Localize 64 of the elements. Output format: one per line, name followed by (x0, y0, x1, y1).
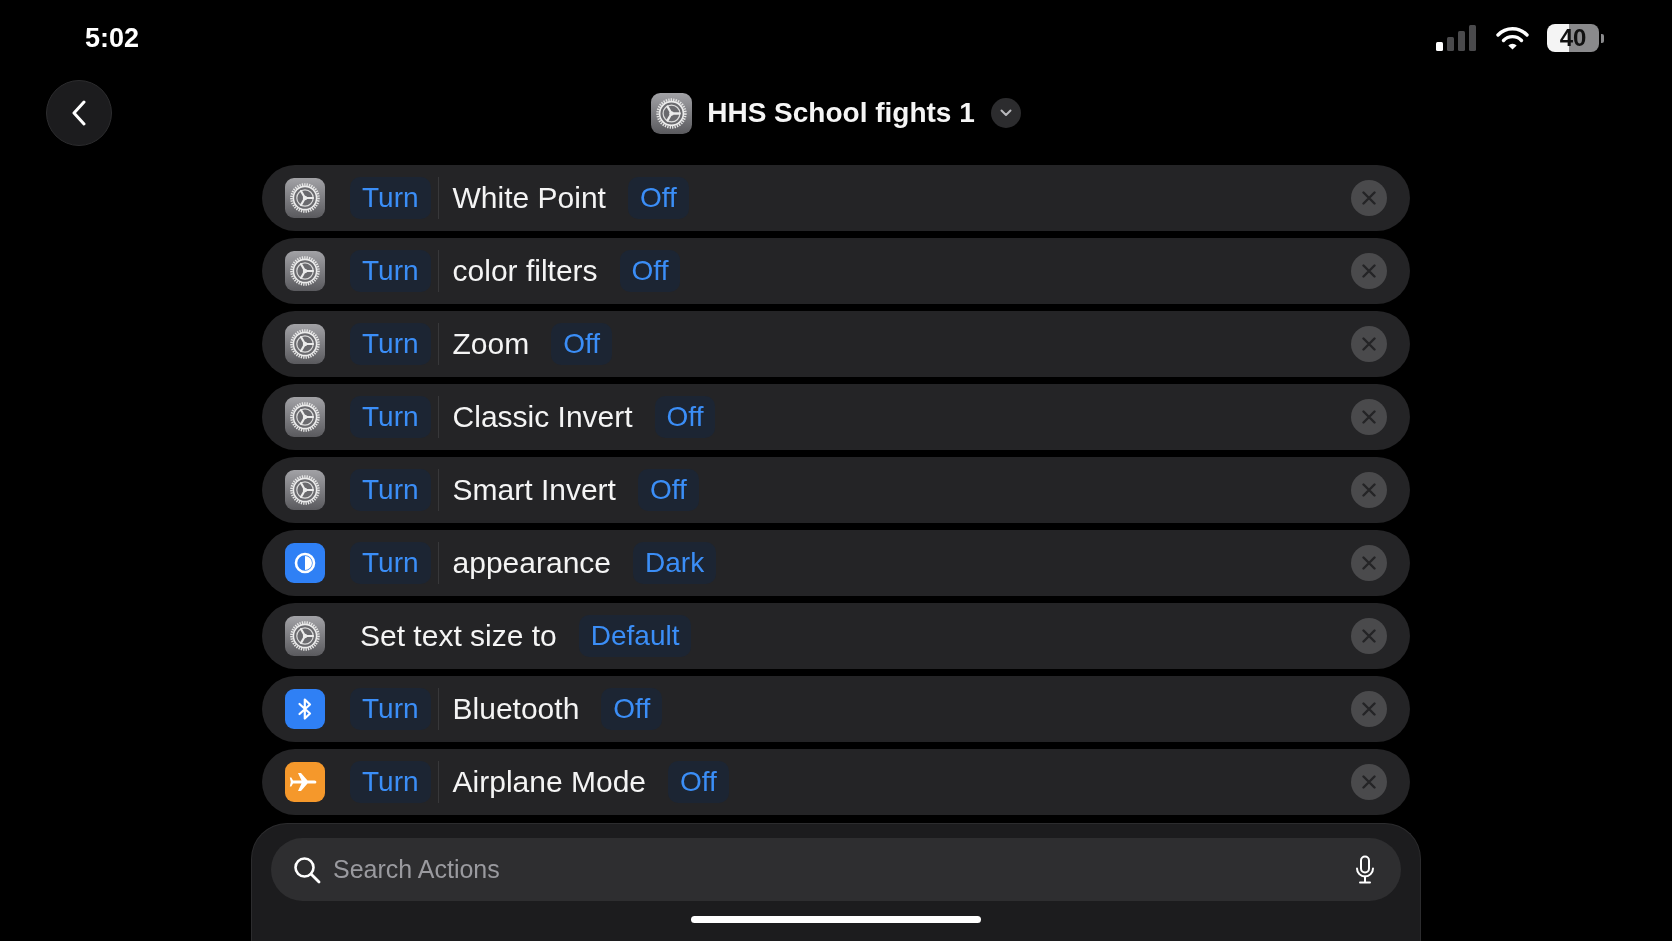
action-label: Set text size to (360, 621, 557, 651)
gear-icon (285, 470, 325, 510)
action-label: Classic Invert (452, 402, 633, 432)
close-icon (1362, 191, 1376, 205)
action-verb-button[interactable]: Turn (350, 250, 431, 292)
action-verb-button[interactable]: Turn (350, 688, 431, 730)
action-verb-button[interactable]: Turn (350, 323, 431, 365)
search-input[interactable]: Search Actions (333, 849, 1343, 890)
bluetooth-icon (285, 689, 325, 729)
action-label: Zoom (452, 329, 530, 359)
action-verb-button[interactable]: Turn (350, 542, 431, 584)
title-menu-button[interactable] (990, 98, 1021, 128)
remove-button[interactable] (1351, 326, 1387, 362)
microphone-icon[interactable] (1355, 854, 1375, 885)
close-icon (1362, 629, 1376, 643)
gear-icon (285, 178, 325, 218)
parameter-value-button[interactable]: Off (637, 469, 699, 511)
signal-icon (1436, 25, 1478, 51)
remove-button[interactable] (1351, 545, 1387, 581)
status-time: 5:02 (85, 24, 140, 52)
close-icon (1362, 264, 1376, 278)
action-verb-button[interactable]: Turn (350, 396, 431, 438)
action-verb-button[interactable]: Turn (350, 761, 431, 803)
action-label: color filters (452, 256, 598, 286)
parameter-value-button[interactable]: Off (668, 761, 729, 803)
close-icon (1362, 483, 1376, 497)
parameter-value-button[interactable]: Off (627, 177, 689, 219)
close-icon (1362, 556, 1376, 570)
shortcut-title: HHS School fights 1 (707, 96, 975, 130)
gear-icon (285, 397, 325, 437)
close-icon (1362, 410, 1376, 424)
remove-button[interactable] (1351, 472, 1387, 508)
remove-button[interactable] (1351, 618, 1387, 654)
remove-button[interactable] (1351, 691, 1387, 727)
parameter-value-button[interactable]: Off (551, 323, 613, 365)
action-label: White Point (452, 183, 606, 213)
chevron-left-icon (72, 100, 86, 126)
gear-icon (651, 92, 693, 134)
action-label: Smart Invert (452, 475, 616, 505)
action-label: Bluetooth (452, 694, 580, 724)
parameter-value-button[interactable]: Off (601, 688, 663, 730)
action-verb-button[interactable]: Turn (350, 469, 431, 511)
airplane-icon (285, 762, 325, 802)
action-label: appearance (452, 548, 611, 578)
remove-button[interactable] (1351, 253, 1387, 289)
parameter-value-button[interactable]: Off (654, 396, 716, 438)
action-label: Airplane Mode (452, 767, 646, 797)
parameter-value-button[interactable]: Off (619, 250, 681, 292)
close-icon (1362, 775, 1376, 789)
chevron-down-icon (999, 109, 1012, 117)
remove-button[interactable] (1351, 764, 1387, 800)
remove-button[interactable] (1351, 399, 1387, 435)
wifi-icon (1496, 25, 1529, 51)
gear-icon (285, 251, 325, 291)
search-icon (293, 855, 321, 884)
gear-icon (285, 616, 325, 656)
close-icon (1362, 337, 1376, 351)
action-verb-button[interactable]: Turn (350, 177, 431, 219)
search-field[interactable]: Search Actions (271, 838, 1401, 901)
gear-icon (285, 324, 325, 364)
close-icon (1362, 702, 1376, 716)
parameter-value-button[interactable]: Default (578, 615, 692, 657)
parameter-value-button[interactable]: Dark (633, 542, 717, 584)
remove-button[interactable] (1351, 180, 1387, 216)
